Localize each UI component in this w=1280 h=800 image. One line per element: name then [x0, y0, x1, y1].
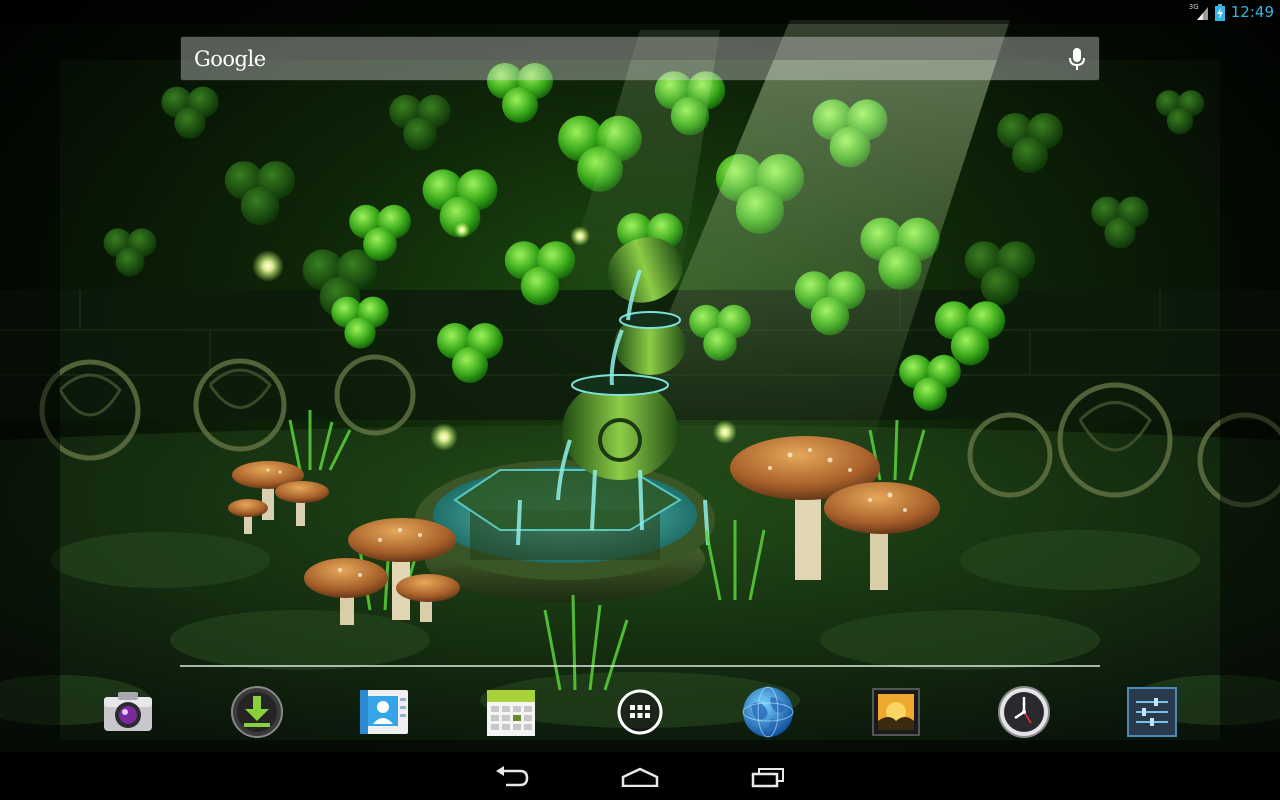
gallery-icon: [872, 688, 920, 736]
gallery-app[interactable]: [868, 684, 924, 740]
clock-app[interactable]: [996, 684, 1052, 740]
back-icon: [496, 766, 529, 787]
contacts-app[interactable]: [356, 684, 412, 740]
battery-charging-icon: [1214, 3, 1225, 21]
settings-app[interactable]: [1124, 684, 1180, 740]
settings-icon: [1127, 687, 1177, 737]
clock-icon: [998, 686, 1050, 738]
camera-icon: [104, 692, 152, 731]
recent-apps-icon: [751, 768, 784, 788]
calendar-icon: [487, 690, 535, 736]
all-apps-button[interactable]: [612, 684, 668, 740]
contacts-icon: [360, 690, 408, 734]
camera-app[interactable]: [100, 684, 156, 740]
google-search-bar[interactable]: Google: [181, 37, 1099, 80]
home-screen: 3G 12:49 Google: [0, 0, 1280, 800]
status-bar: 3G 12:49: [0, 0, 1280, 24]
wallpaper: [0, 0, 1280, 800]
network-type-label: 3G: [1188, 3, 1199, 11]
recent-apps-button[interactable]: [738, 760, 798, 794]
hotseat-divider: [180, 665, 1100, 667]
download-icon: [231, 686, 283, 738]
navigation-bar: [0, 752, 1280, 800]
browser-app[interactable]: [740, 684, 796, 740]
app-drawer-icon: [617, 689, 663, 735]
status-icons: 3G 12:49: [1189, 0, 1274, 24]
back-button[interactable]: [482, 760, 542, 794]
globe-icon: [742, 686, 794, 738]
calendar-app[interactable]: [483, 684, 539, 740]
home-icon: [621, 767, 659, 787]
home-button[interactable]: [610, 760, 670, 794]
status-clock: 12:49: [1230, 3, 1274, 21]
mic-icon[interactable]: [1067, 47, 1087, 71]
signal-icon: 3G: [1189, 3, 1209, 21]
downloads-app[interactable]: [229, 684, 285, 740]
search-logo-text[interactable]: Google: [194, 47, 266, 71]
